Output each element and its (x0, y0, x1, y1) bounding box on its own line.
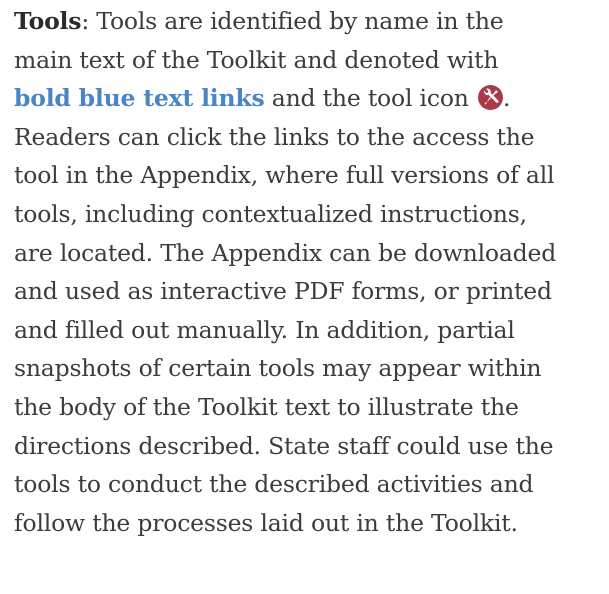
line-7: are located. The Appendix can be downloa… (14, 238, 557, 267)
line-3-text: and the tool icon (264, 84, 476, 113)
bold-blue-text-link[interactable]: bold blue text links (14, 84, 265, 112)
tools-term: Tools (14, 7, 82, 35)
page: { "paragraph": { "line1": { "term": "Too… (0, 0, 609, 594)
line-6: tools, including contextualized instruct… (14, 199, 527, 228)
line-5: tool in the Appendix, where full version… (14, 161, 555, 190)
tools-icon (477, 85, 503, 111)
line-3-period: . (502, 84, 511, 113)
line-8: and used as interactive PDF forms, or pr… (14, 277, 552, 306)
line-10: snapshots of certain tools may appear wi… (14, 354, 542, 383)
line-3: bold blue text links and the tool icon . (14, 79, 606, 118)
line-12: directions described. State staff could … (14, 431, 554, 460)
line-13: tools to conduct the described activitie… (14, 470, 534, 499)
line-9: and filled out manually. In addition, pa… (14, 315, 515, 344)
tools-description-paragraph: Tools: Tools are identified by name in t… (14, 2, 606, 542)
line-1: Tools: Tools are identified by name in t… (14, 2, 606, 41)
line-11: the body of the Toolkit text to illustra… (14, 392, 519, 421)
line-4: Readers can click the links to the acces… (14, 122, 535, 151)
line-2: main text of the Toolkit and denoted wit… (14, 45, 499, 74)
line-14: follow the processes laid out in the Too… (14, 508, 518, 537)
line-1-text: : Tools are identified by name in the (81, 7, 504, 35)
